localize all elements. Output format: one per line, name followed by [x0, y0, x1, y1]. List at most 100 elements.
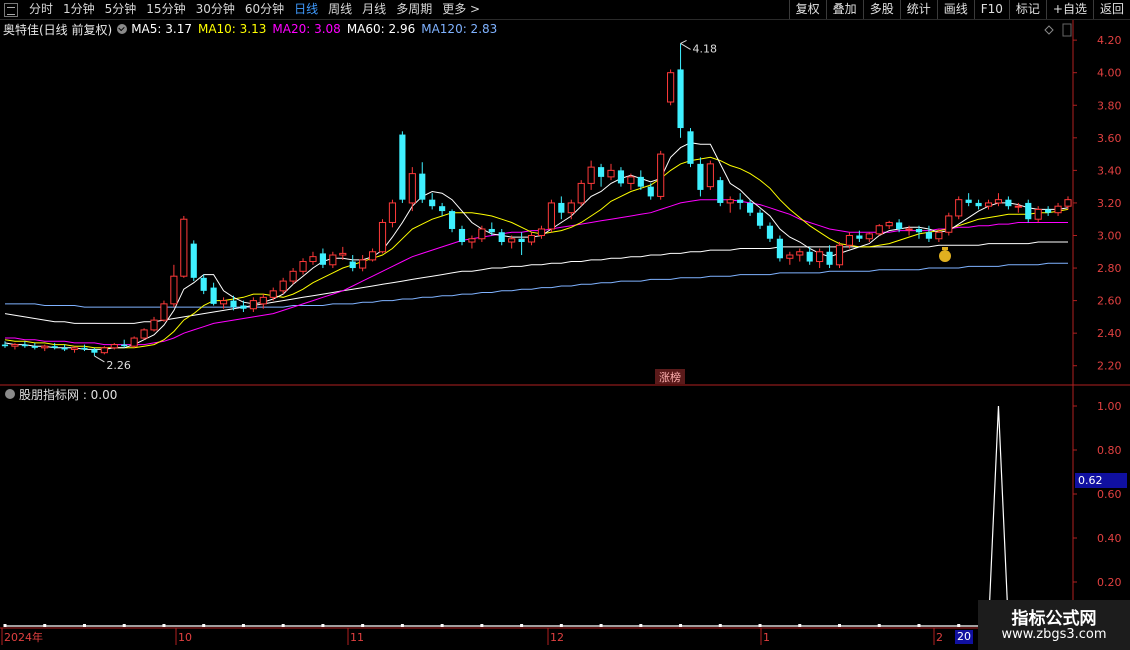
price-tick-label: 4.00 — [1097, 67, 1122, 80]
price-tick-label: 3.60 — [1097, 132, 1122, 145]
candle-body — [458, 228, 466, 242]
candle-body — [439, 206, 446, 212]
ind-tick-label: 0.20 — [1097, 576, 1122, 589]
candle-body — [905, 228, 913, 231]
candle-body — [747, 202, 754, 213]
candle-body — [1034, 208, 1042, 220]
indicator-dot — [3, 624, 7, 627]
indicator-dot — [122, 624, 126, 627]
candle-body — [269, 290, 277, 298]
money-bag-icon-top — [942, 247, 948, 250]
candle-body — [607, 169, 615, 178]
candle-body — [1025, 202, 1032, 220]
candle-body — [289, 270, 297, 282]
price-tick-label: 3.40 — [1097, 164, 1122, 177]
candle-body — [368, 251, 377, 261]
candle-body — [806, 251, 813, 262]
candle-body — [100, 347, 108, 354]
indicator-dot — [838, 624, 842, 627]
candle-body — [984, 202, 993, 207]
candle-body — [1005, 199, 1012, 207]
candle-body — [706, 163, 714, 188]
candle-body — [51, 346, 58, 348]
candle-body — [697, 163, 704, 190]
indicator-dot — [400, 624, 404, 627]
candle-body — [190, 243, 197, 278]
x-axis-label: 1 — [763, 631, 770, 644]
candle-body — [91, 349, 98, 353]
high-arrow — [680, 39, 691, 50]
indicator-dot — [480, 624, 484, 627]
watermark-url: www.zbgs3.com — [1001, 627, 1107, 642]
candle-body — [249, 300, 257, 310]
candle-body — [81, 347, 88, 350]
candle-body — [429, 199, 436, 207]
candle-body — [130, 337, 138, 347]
cursor-value-box: 0.62 — [1075, 473, 1127, 488]
candle-body — [865, 233, 873, 240]
candle-body — [210, 287, 217, 304]
candle-body — [498, 232, 505, 242]
indicator-dot — [758, 624, 762, 627]
candle-body — [677, 69, 684, 129]
candle-body — [1045, 209, 1052, 213]
ma20-line — [5, 199, 1068, 346]
candle-body — [835, 244, 844, 266]
indicator-dot — [241, 624, 245, 627]
indicator-dot — [82, 624, 86, 627]
high-label: 4.18 — [693, 42, 718, 55]
ma120-line — [5, 262, 1068, 308]
candle-body — [408, 173, 416, 204]
indicator-line — [5, 405, 1073, 627]
candle-body — [349, 261, 356, 269]
candle-body — [637, 176, 644, 187]
candle-body — [70, 347, 79, 350]
zhangbang-label: 涨榜 — [659, 370, 681, 384]
price-tick-label: 2.80 — [1097, 262, 1122, 275]
candle-body — [150, 319, 158, 331]
chart-canvas[interactable]: 4.20 4.00 3.80 3.60 3.40 3.20 3.00 2.80 2.60 2.40… — [0, 0, 1130, 650]
candle-body — [419, 173, 426, 200]
candle-body — [279, 280, 287, 292]
candle-body — [1, 344, 9, 347]
candle-body — [955, 199, 963, 217]
candle-body — [1054, 205, 1062, 214]
candle-body — [527, 234, 536, 243]
candle-body — [31, 346, 38, 348]
candle-body — [329, 254, 337, 266]
candle-body — [577, 182, 585, 204]
ind-tick-label: 0.60 — [1097, 488, 1122, 501]
ind-tick-label: 1.00 — [1097, 400, 1122, 413]
candle-body — [597, 167, 605, 177]
candle-body — [488, 228, 495, 233]
x-axis-label: 12 — [550, 631, 564, 644]
low-label: 2.26 — [106, 359, 131, 372]
candle-body — [160, 303, 168, 321]
candle-body — [140, 329, 148, 339]
candle-body — [1014, 205, 1022, 208]
watermark-title: 指标公式网 — [1011, 609, 1097, 629]
candle-body — [399, 134, 406, 200]
scroll-icon — [1062, 23, 1072, 37]
candle-body — [776, 238, 783, 259]
candle-body — [657, 153, 665, 197]
candle-body — [756, 212, 764, 226]
candle-body — [180, 218, 188, 277]
candle-body — [856, 235, 863, 239]
candle-body — [537, 228, 546, 236]
candle-body — [478, 228, 486, 240]
candle-body — [309, 256, 317, 263]
candle-body — [786, 254, 794, 259]
ind-tick-label: 0.40 — [1097, 532, 1122, 545]
candle-body — [647, 186, 654, 197]
price-tick-label: 3.80 — [1097, 99, 1122, 112]
candle-body — [796, 251, 804, 256]
candle-body — [617, 170, 625, 184]
candle-body — [1064, 199, 1072, 207]
x-axis-label: 2 — [936, 631, 943, 644]
candle-body — [717, 180, 724, 203]
ind-tick-label: 0.80 — [1097, 444, 1122, 457]
candle-body — [558, 202, 565, 213]
candle-body — [935, 231, 943, 240]
candle-body — [816, 251, 824, 263]
